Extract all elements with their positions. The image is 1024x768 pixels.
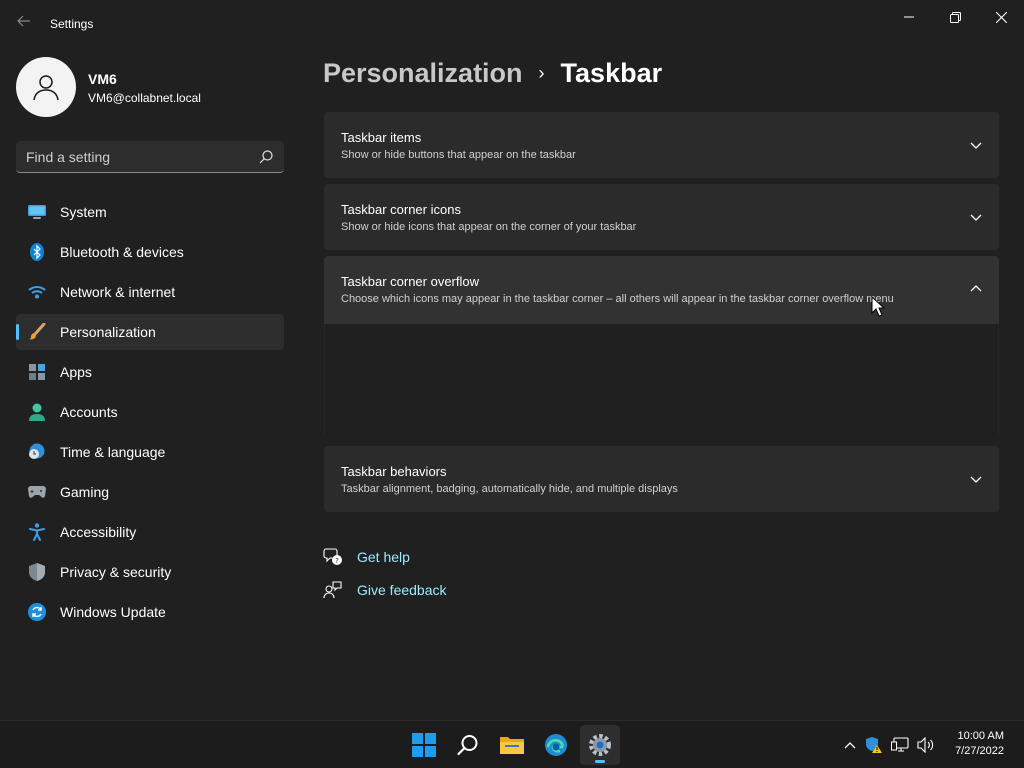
edge-icon[interactable]: [536, 725, 576, 765]
mouse-cursor-icon: [871, 295, 886, 318]
card-description: Show or hide icons that appear on the co…: [341, 221, 637, 233]
chevron-up-icon[interactable]: [840, 735, 860, 755]
search-icon[interactable]: [258, 149, 274, 165]
sidebar-item-label: Accounts: [60, 404, 118, 420]
title-bar: Settings: [0, 0, 1024, 48]
card-taskbar-corner-icons[interactable]: Taskbar corner icons Show or hide icons …: [324, 184, 999, 250]
card-description: Choose which icons may appear in the tas…: [341, 293, 894, 305]
apps-icon: [28, 363, 46, 381]
taskbar-clock[interactable]: 10:00 AM 7/27/2022: [955, 729, 1004, 759]
back-arrow-icon[interactable]: [14, 14, 34, 34]
sidebar-item-personalization[interactable]: Personalization: [16, 314, 284, 350]
sidebar-item-label: Apps: [60, 364, 92, 380]
breadcrumb: Personalization › Taskbar: [323, 58, 662, 89]
sidebar-item-accessibility[interactable]: Accessibility: [16, 514, 284, 550]
chevron-down-icon[interactable]: [969, 472, 983, 486]
start-icon[interactable]: [404, 725, 444, 765]
person-icon: [33, 75, 59, 101]
profile-name: VM6: [88, 71, 117, 87]
sidebar-item-bluetooth[interactable]: Bluetooth & devices: [16, 234, 284, 270]
help-chat-icon: ?: [323, 547, 343, 567]
card-description: Show or hide buttons that appear on the …: [341, 149, 576, 161]
avatar: [16, 57, 76, 117]
sidebar-item-network[interactable]: Network & internet: [16, 274, 284, 310]
sidebar-item-privacy-security[interactable]: Privacy & security: [16, 554, 284, 590]
globe-clock-icon: [28, 443, 46, 461]
card-title: Taskbar items: [341, 130, 422, 145]
clock-time: 10:00 AM: [957, 730, 1004, 742]
give-feedback-link[interactable]: Give feedback: [323, 580, 447, 600]
restore-button[interactable]: [932, 0, 978, 34]
card-description: Taskbar alignment, badging, automaticall…: [341, 483, 678, 495]
sidebar-item-system[interactable]: System: [16, 194, 284, 230]
profile-email: VM6@collabnet.local: [88, 91, 201, 105]
file-explorer-icon[interactable]: [492, 725, 532, 765]
sidebar-item-gaming[interactable]: Gaming: [16, 474, 284, 510]
card-taskbar-corner-overflow[interactable]: Taskbar corner overflow Choose which ico…: [324, 256, 999, 324]
update-icon: [28, 603, 46, 621]
card-title: Taskbar corner overflow: [341, 274, 479, 289]
volume-icon[interactable]: [916, 735, 936, 755]
sidebar-item-apps[interactable]: Apps: [16, 354, 284, 390]
network-icon[interactable]: [890, 735, 910, 755]
sidebar-item-label: Windows Update: [60, 604, 166, 620]
corner-overflow-expanded-panel: [324, 324, 999, 436]
give-feedback-label: Give feedback: [357, 582, 447, 598]
person-icon: [28, 403, 46, 421]
minimize-button[interactable]: [886, 0, 932, 34]
sidebar-item-label: Personalization: [60, 324, 156, 340]
sidebar-item-label: Time & language: [60, 444, 166, 460]
sidebar-item-label: Accessibility: [60, 524, 137, 540]
breadcrumb-separator-icon: ›: [538, 63, 545, 83]
taskbar: 10:00 AM 7/27/2022: [0, 720, 1024, 768]
app-title: Settings: [50, 17, 94, 31]
active-app-indicator: [595, 760, 605, 763]
sidebar-item-label: System: [60, 204, 107, 220]
svg-text:?: ?: [335, 557, 339, 565]
search-icon[interactable]: [448, 725, 488, 765]
bluetooth-icon: [28, 243, 46, 261]
get-help-label: Get help: [357, 549, 410, 565]
chevron-down-icon[interactable]: [969, 210, 983, 224]
accessibility-icon: [28, 523, 46, 541]
paintbrush-icon: [28, 323, 46, 341]
settings-search-box[interactable]: [16, 141, 284, 173]
sidebar-item-accounts[interactable]: Accounts: [16, 394, 284, 430]
gamepad-icon: [28, 483, 46, 501]
card-taskbar-behaviors[interactable]: Taskbar behaviors Taskbar alignment, bad…: [324, 446, 999, 512]
wifi-icon: [28, 283, 46, 301]
sidebar-item-label: Network & internet: [60, 284, 176, 300]
sidebar-nav: System Bluetooth & devices Network & int…: [16, 194, 284, 634]
get-help-link[interactable]: ? Get help: [323, 547, 410, 567]
card-title: Taskbar behaviors: [341, 464, 447, 479]
sidebar-item-time-language[interactable]: Time & language: [16, 434, 284, 470]
breadcrumb-parent[interactable]: Personalization: [323, 58, 523, 89]
shield-icon: [28, 563, 46, 581]
user-profile[interactable]: VM6 VM6@collabnet.local: [16, 57, 286, 117]
sidebar-item-label: Privacy & security: [60, 564, 172, 580]
sidebar-item-label: Bluetooth & devices: [60, 244, 184, 260]
monitor-icon: [28, 203, 46, 221]
sidebar-item-windows-update[interactable]: Windows Update: [16, 594, 284, 630]
clock-date: 7/27/2022: [955, 745, 1004, 757]
card-taskbar-items[interactable]: Taskbar items Show or hide buttons that …: [324, 112, 999, 178]
chevron-down-icon[interactable]: [969, 138, 983, 152]
card-title: Taskbar corner icons: [341, 202, 461, 217]
chevron-up-icon[interactable]: [969, 282, 983, 296]
search-input[interactable]: [26, 141, 246, 172]
close-button[interactable]: [978, 0, 1024, 34]
sidebar-item-label: Gaming: [60, 484, 110, 500]
page-title: Taskbar: [560, 58, 663, 88]
feedback-icon: [323, 580, 343, 600]
settings-icon[interactable]: [580, 725, 620, 765]
security-warning-icon[interactable]: [864, 735, 884, 755]
